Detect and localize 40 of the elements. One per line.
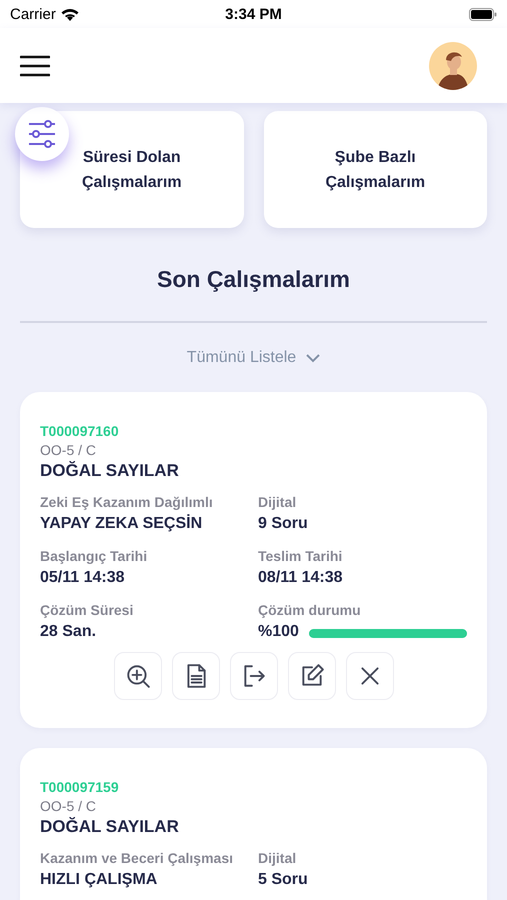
field-value: HIZLI ÇALIŞMA: [40, 870, 158, 890]
clock-time: 3:34 PM: [225, 6, 282, 22]
field-value: 9 Soru: [258, 514, 309, 534]
battery-icon: [469, 8, 497, 20]
filter-button[interactable]: [15, 107, 69, 161]
field-label: Dijital: [258, 849, 298, 868]
field-label: Teslim Tarihi: [258, 547, 344, 566]
field-value: 5 Soru: [258, 870, 309, 890]
shortcut-card[interactable]: Süresi Dolan Çalışmalarım: [20, 111, 244, 228]
field-value: 28 San.: [40, 622, 98, 642]
field-value: 08/11 14:38: [258, 568, 344, 588]
field-label: Başlangıç Tarihi: [40, 547, 148, 566]
section-title: Son Çalışmalarım: [156, 265, 350, 293]
field-label: Zeki Eş Kazanım Dağılımlı: [40, 493, 214, 512]
work-code: T000097159: [40, 778, 120, 796]
field-label: Çözüm durumu: [258, 601, 362, 620]
carrier-label: Carrier: [10, 6, 56, 22]
work-title: DOĞAL SAYILAR: [40, 816, 180, 838]
filter-icon: [27, 119, 57, 149]
document-button[interactable]: [172, 652, 220, 700]
edit-button[interactable]: [288, 652, 336, 700]
wifi-icon: [60, 8, 79, 20]
avatar[interactable]: [429, 42, 477, 90]
field-value: 05/11 14:38: [40, 568, 126, 588]
field-value: YAPAY ZEKA SEÇSİN: [40, 513, 204, 534]
zoom-in-button[interactable]: [114, 652, 162, 700]
chevron-down-icon: [306, 354, 320, 362]
field-label: Kazanım ve Beceri Çalışması: [40, 849, 234, 868]
field-label: Dijital: [258, 493, 298, 512]
exit-arrow-button[interactable]: [230, 652, 278, 700]
work-code: T000097160: [40, 422, 120, 440]
progress-percent: %100: [258, 622, 299, 642]
shortcut-card[interactable]: Şube Bazlı Çalışmalarım: [264, 111, 487, 228]
menu-icon[interactable]: [20, 54, 50, 76]
class-label: OO-5 / C: [40, 441, 98, 460]
zoom-in-icon: [124, 663, 150, 689]
field-label: Çözüm Süresi: [40, 601, 134, 620]
close-button[interactable]: [346, 652, 394, 700]
work-title: DOĞAL SAYILAR: [40, 460, 180, 482]
class-label: OO-5 / C: [40, 797, 98, 816]
